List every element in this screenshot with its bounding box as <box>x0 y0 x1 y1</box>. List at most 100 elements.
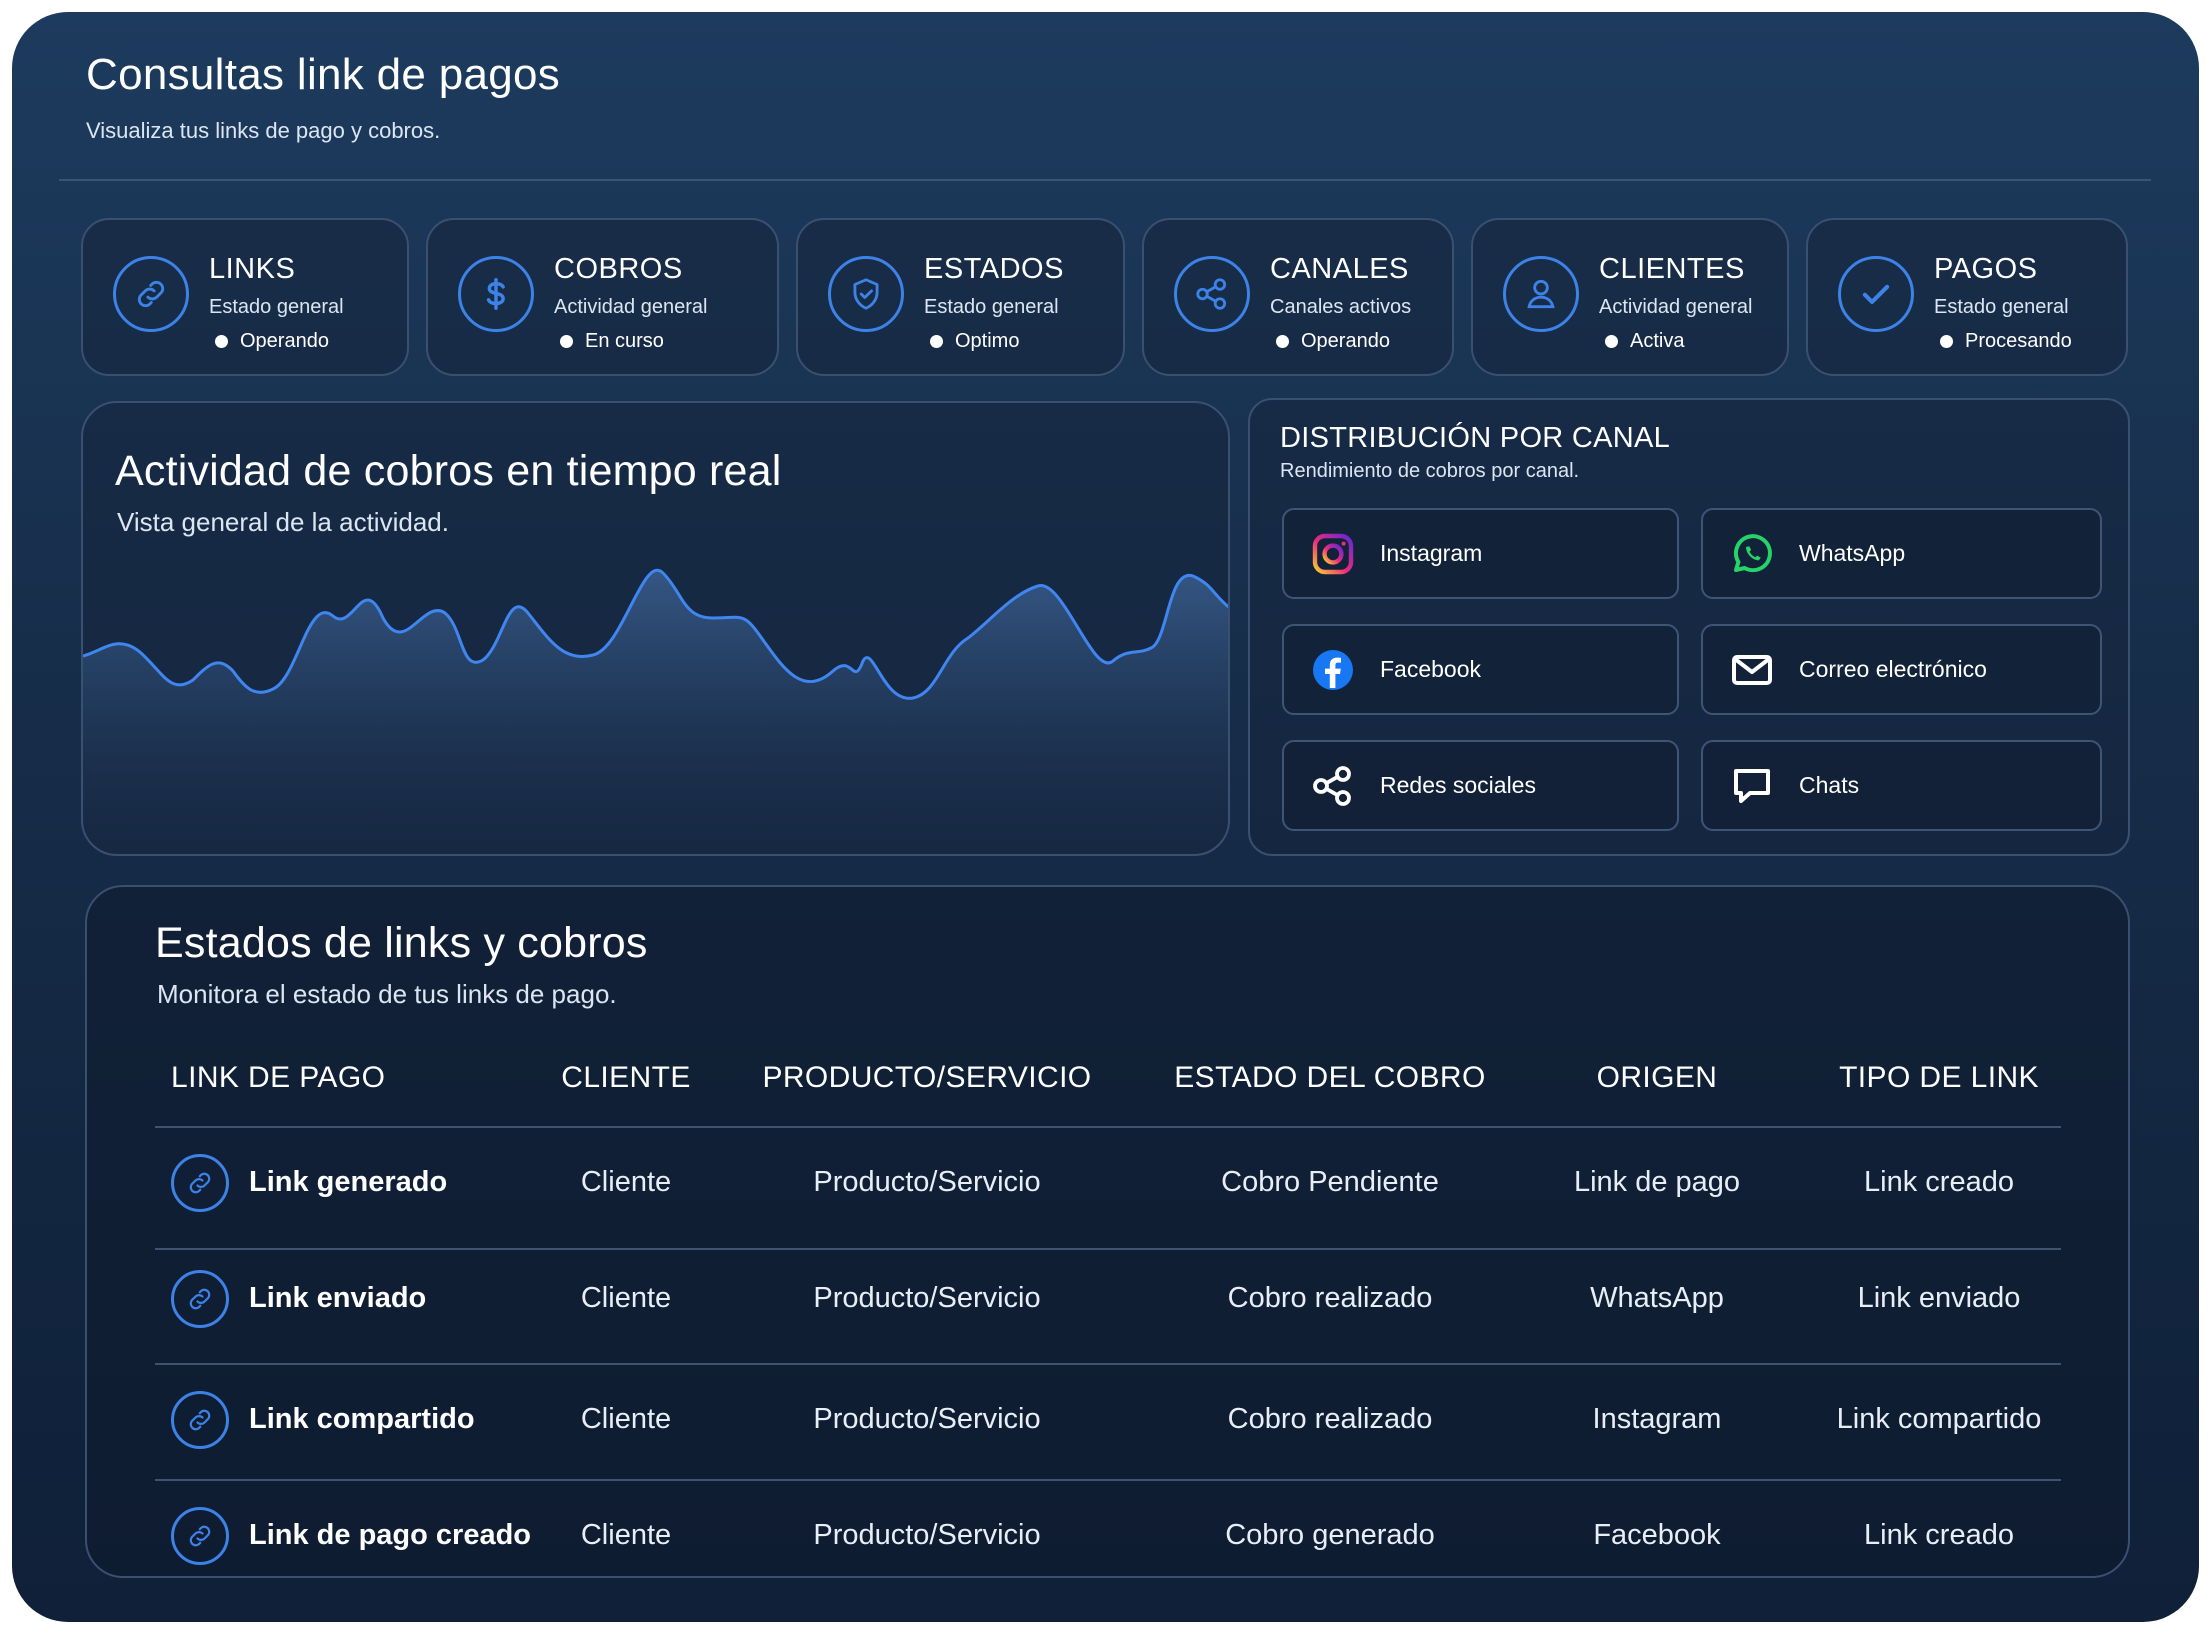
column-header-producto[interactable]: PRODUCTO/SERVICIO <box>762 1061 1091 1095</box>
channel-email[interactable]: Correo electrónico <box>1701 624 2102 715</box>
status-badge: Procesando <box>1934 330 2072 353</box>
stat-card-pagos[interactable]: PAGOS Estado general Procesando <box>1806 218 2128 376</box>
status-text: Procesando <box>1965 330 2072 352</box>
status-badge: En curso <box>554 330 664 353</box>
status-badge: Operando <box>209 330 329 353</box>
link-icon <box>113 256 189 332</box>
channel-whatsapp[interactable]: WhatsApp <box>1701 508 2102 599</box>
stat-card-clientes[interactable]: CLIENTES Actividad general Activa <box>1471 218 1789 376</box>
cell-origen: WhatsApp <box>1590 1282 1724 1314</box>
column-header-estado[interactable]: ESTADO DEL COBRO <box>1174 1061 1485 1095</box>
status-text: En curso <box>585 330 664 352</box>
cell-origen: Facebook <box>1593 1519 1721 1551</box>
cell-producto: Producto/Servicio <box>813 1403 1041 1435</box>
table-row[interactable]: Link enviado Cliente Producto/Servicio C… <box>87 1244 2128 1354</box>
cell-cliente: Cliente <box>580 1403 672 1435</box>
stat-desc: Estado general <box>209 296 344 318</box>
chat-icon <box>1727 761 1777 811</box>
share-icon <box>1308 761 1358 811</box>
status-dot <box>930 335 943 348</box>
column-header-origen[interactable]: ORIGEN <box>1597 1061 1718 1095</box>
table-row[interactable]: Link compartido Cliente Producto/Servici… <box>87 1365 2128 1475</box>
table-row[interactable]: Link de pago creado Cliente Producto/Ser… <box>87 1481 2128 1591</box>
status-text: Activa <box>1630 330 1685 352</box>
stat-label: CANALES <box>1270 253 1409 285</box>
channel-instagram[interactable]: Instagram <box>1282 508 1679 599</box>
distribution-title: DISTRIBUCIÓN POR CANAL <box>1280 422 1671 454</box>
activity-title: Actividad de cobros en tiempo real <box>115 447 782 495</box>
activity-panel: Actividad de cobros en tiempo real Vista… <box>81 401 1230 856</box>
link-icon <box>171 1391 229 1449</box>
column-header-link[interactable]: LINK DE PAGO <box>171 1061 385 1095</box>
page-title: Consultas link de pagos <box>86 50 561 99</box>
cell-tipo: Link compartido <box>1836 1403 2042 1435</box>
page-subtitle: Visualiza tus links de pago y cobros. <box>86 118 441 143</box>
shield-icon <box>828 256 904 332</box>
stat-label: ESTADOS <box>924 253 1064 285</box>
dashboard-window: Consultas link de pagos Visualiza tus li… <box>12 12 2199 1622</box>
link-icon <box>171 1270 229 1328</box>
cell-tipo: Link creado <box>1864 1166 2014 1198</box>
cell-tipo: Link enviado <box>1857 1282 2021 1314</box>
status-dot <box>1940 335 1953 348</box>
cell-cliente: Cliente <box>580 1519 672 1551</box>
cell-link: Link generado <box>249 1166 448 1198</box>
stat-label: CLIENTES <box>1599 253 1745 285</box>
instagram-icon <box>1308 529 1358 579</box>
channel-label: Instagram <box>1380 540 1483 566</box>
cell-link: Link compartido <box>249 1403 475 1435</box>
distribution-panel: DISTRIBUCIÓN POR CANAL Rendimiento de co… <box>1248 398 2130 856</box>
check-icon <box>1838 256 1914 332</box>
cell-producto: Producto/Servicio <box>813 1166 1041 1198</box>
status-text: Operando <box>240 330 329 352</box>
stat-label: LINKS <box>209 253 296 285</box>
mail-icon <box>1727 645 1777 695</box>
stat-card-links[interactable]: LINKS Estado general Operando <box>81 218 409 376</box>
stat-desc: Canales activos <box>1270 296 1412 318</box>
channel-label: Chats <box>1799 772 1860 798</box>
channel-label: Correo electrónico <box>1799 656 1987 682</box>
status-text: Operando <box>1301 330 1390 352</box>
cell-estado: Cobro Pendiente <box>1221 1166 1439 1198</box>
status-badge: Activa <box>1599 330 1684 353</box>
cell-producto: Producto/Servicio <box>813 1519 1041 1551</box>
cell-cliente: Cliente <box>580 1166 672 1198</box>
status-table-panel: Estados de links y cobros Monitora el es… <box>85 885 2130 1578</box>
channel-chats[interactable]: Chats <box>1701 740 2102 831</box>
facebook-icon <box>1308 645 1358 695</box>
status-dot <box>1276 335 1289 348</box>
channel-facebook[interactable]: Facebook <box>1282 624 1679 715</box>
status-dot <box>1605 335 1618 348</box>
column-header-cliente[interactable]: CLIENTE <box>561 1061 691 1095</box>
cell-estado: Cobro generado <box>1225 1519 1435 1551</box>
channel-redes-sociales[interactable]: Redes sociales <box>1282 740 1679 831</box>
status-dot <box>215 335 228 348</box>
stat-card-estados[interactable]: ESTADOS Estado general Optimo <box>796 218 1125 376</box>
stat-desc: Estado general <box>924 296 1059 318</box>
stat-desc: Actividad general <box>554 296 708 318</box>
stat-desc: Estado general <box>1934 296 2069 318</box>
stat-label: COBROS <box>554 253 683 285</box>
table-subtitle: Monitora el estado de tus links de pago. <box>157 979 617 1009</box>
stat-card-canales[interactable]: CANALES Canales activos Operando <box>1142 218 1454 376</box>
stat-label: PAGOS <box>1934 253 2038 285</box>
cell-link: Link enviado <box>249 1282 427 1314</box>
stat-desc: Actividad general <box>1599 296 1753 318</box>
status-dot <box>560 335 573 348</box>
status-badge: Optimo <box>924 330 1019 353</box>
header-divider <box>59 179 2151 181</box>
stat-card-cobros[interactable]: COBROS Actividad general En curso <box>426 218 779 376</box>
cell-origen: Link de pago <box>1573 1166 1741 1198</box>
distribution-subtitle: Rendimiento de cobros por canal. <box>1280 460 1580 482</box>
status-badge: Operando <box>1270 330 1390 353</box>
cell-cliente: Cliente <box>580 1282 672 1314</box>
link-icon <box>171 1154 229 1212</box>
table-row[interactable]: Link generado Cliente Producto/Servicio … <box>87 1128 2128 1238</box>
cell-estado: Cobro realizado <box>1227 1403 1433 1435</box>
column-header-tipo[interactable]: TIPO DE LINK <box>1839 1061 2039 1095</box>
channel-label: Redes sociales <box>1380 772 1536 798</box>
cell-tipo: Link creado <box>1864 1519 2014 1551</box>
cell-link: Link de pago creado <box>249 1519 531 1551</box>
cell-origen: Instagram <box>1592 1403 1722 1435</box>
channel-label: Facebook <box>1380 656 1482 682</box>
